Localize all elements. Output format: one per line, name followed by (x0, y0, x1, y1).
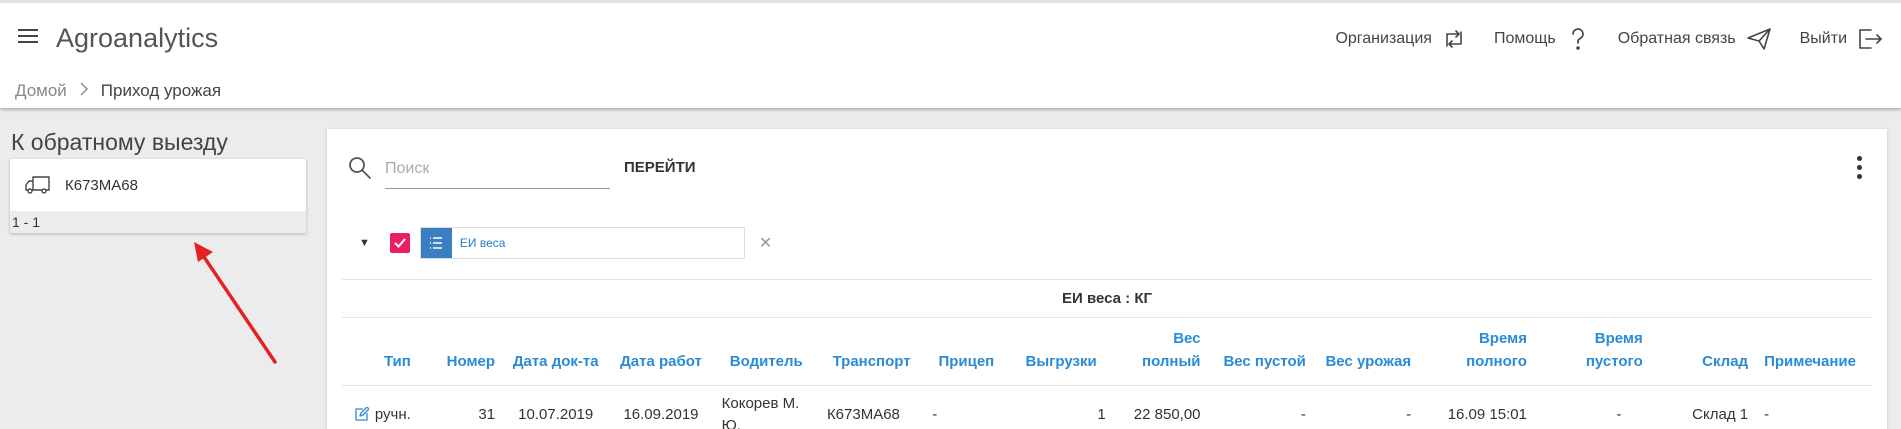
hamburger-menu-icon[interactable] (18, 29, 38, 45)
vehicle-plate: К673МА68 (65, 176, 138, 194)
harvest-table: Тип Номер Дата док-та Дата работ Водител… (342, 317, 1872, 429)
help-label: Помощь (1493, 30, 1556, 47)
column-header-trailer[interactable]: Прицеп (924, 317, 1009, 386)
more-vert-icon[interactable] (1857, 156, 1863, 183)
column-header-time-full[interactable]: Время полного (1419, 317, 1535, 386)
cell-type: ручн. (342, 386, 419, 429)
cell-weight-empty: - (1300, 405, 1306, 423)
help-button[interactable]: Помощь (1494, 26, 1590, 52)
top-app-bar: Agroanalytics Организация Помощь Обратна… (0, 0, 1901, 108)
pagination-text: 1 - 1 (10, 211, 306, 233)
header-actions: Организация Помощь Обратная связь Выйти (1307, 23, 1883, 55)
search-icon (349, 157, 371, 179)
feedback-button[interactable]: Обратная связь (1618, 27, 1772, 51)
cell-weight-crop: - (1406, 405, 1412, 423)
chevron-right-icon (80, 81, 88, 101)
cell-warehouse: Склад 1 (1692, 405, 1749, 423)
feedback-label: Обратная связь (1617, 30, 1736, 47)
column-header-unloads[interactable]: Выгрузки (1008, 317, 1114, 386)
column-header-warehouse[interactable]: Склад (1650, 317, 1757, 386)
truck-icon (25, 176, 50, 194)
caret-down-icon[interactable]: ▼ (359, 237, 370, 249)
go-button[interactable]: ПЕРЕЙТИ (624, 159, 696, 176)
table-row[interactable]: ручн. 31 10.07.2019 16.09.2019 Кокорев М… (342, 386, 1872, 429)
cell-time-empty: - (1616, 405, 1622, 423)
organization-label: Организация (1335, 30, 1432, 47)
grouping-chip[interactable]: ЕИ веса (419, 227, 745, 259)
filter-row: ▼ ЕИ веса ✕ (359, 227, 772, 259)
column-header-weight-empty[interactable]: Вес пустой (1208, 317, 1314, 386)
help-icon (1571, 28, 1584, 50)
cell-weight-full: 22 850,00 (1133, 405, 1201, 423)
harvest-receipt-panel: ПЕРЕЙТИ ▼ ЕИ веса ✕ ЕИ веса : КГ Тип Ном… (327, 129, 1887, 429)
column-header-type[interactable]: Тип (342, 317, 419, 386)
row-type-text: ручн. (374, 405, 411, 423)
cell-time-full: 16.09 15:01 (1447, 405, 1527, 423)
cell-note: - (1764, 405, 1770, 423)
column-header-weight-crop[interactable]: Вес урожая (1313, 317, 1420, 386)
column-header-transport[interactable]: Транспорт (818, 317, 925, 386)
breadcrumb-current: Приход урожая (100, 81, 222, 100)
group-header: ЕИ веса : КГ (342, 279, 1872, 317)
cell-work-date: 16.09.2019 (623, 405, 699, 423)
search-input[interactable] (385, 149, 610, 189)
return-trip-title: К обратному выезду (11, 129, 228, 155)
cell-transport: К673МА68 (826, 405, 900, 423)
vehicle-list-card: К673МА68 1 - 1 (10, 159, 306, 233)
column-header-time-empty[interactable]: Время пустого (1534, 317, 1651, 386)
close-icon[interactable]: ✕ (759, 233, 772, 253)
edit-icon[interactable] (354, 407, 369, 422)
cell-driver: Кокорев М. Ю. (721, 394, 800, 429)
column-header-doc-date[interactable]: Дата док-та (503, 317, 609, 386)
cell-number: 31 (478, 405, 496, 423)
table-header-row: Тип Номер Дата док-та Дата работ Водител… (342, 317, 1872, 386)
list-icon (420, 228, 452, 258)
logout-icon (1859, 29, 1882, 49)
cell-unloads-link[interactable]: 1 (1008, 386, 1113, 429)
check-icon (394, 238, 406, 248)
column-header-work-date[interactable]: Дата работ (608, 317, 714, 386)
column-header-note[interactable]: Примечание (1756, 317, 1872, 386)
logout-label: Выйти (1799, 30, 1847, 47)
app-title: Agroanalytics (56, 23, 219, 53)
red-arrow-annotation (194, 242, 277, 364)
breadcrumb: Домой Приход урожая (15, 81, 221, 101)
grouping-chip-label: ЕИ веса (459, 236, 506, 250)
sync-icon (1446, 30, 1462, 48)
vehicle-list-item[interactable]: К673МА68 (10, 159, 306, 211)
send-icon (1746, 28, 1771, 50)
cell-trailer: - (932, 405, 938, 423)
organization-button[interactable]: Организация (1335, 27, 1466, 51)
breadcrumb-home-link[interactable]: Домой (15, 81, 67, 101)
column-header-driver[interactable]: Водитель (713, 317, 819, 386)
column-header-number[interactable]: Номер (418, 317, 504, 386)
column-header-weight-full[interactable]: Вес полный (1113, 317, 1209, 386)
logout-button[interactable]: Выйти (1800, 27, 1883, 51)
group-checkbox[interactable] (389, 233, 410, 253)
cell-doc-date: 10.07.2019 (518, 405, 594, 423)
